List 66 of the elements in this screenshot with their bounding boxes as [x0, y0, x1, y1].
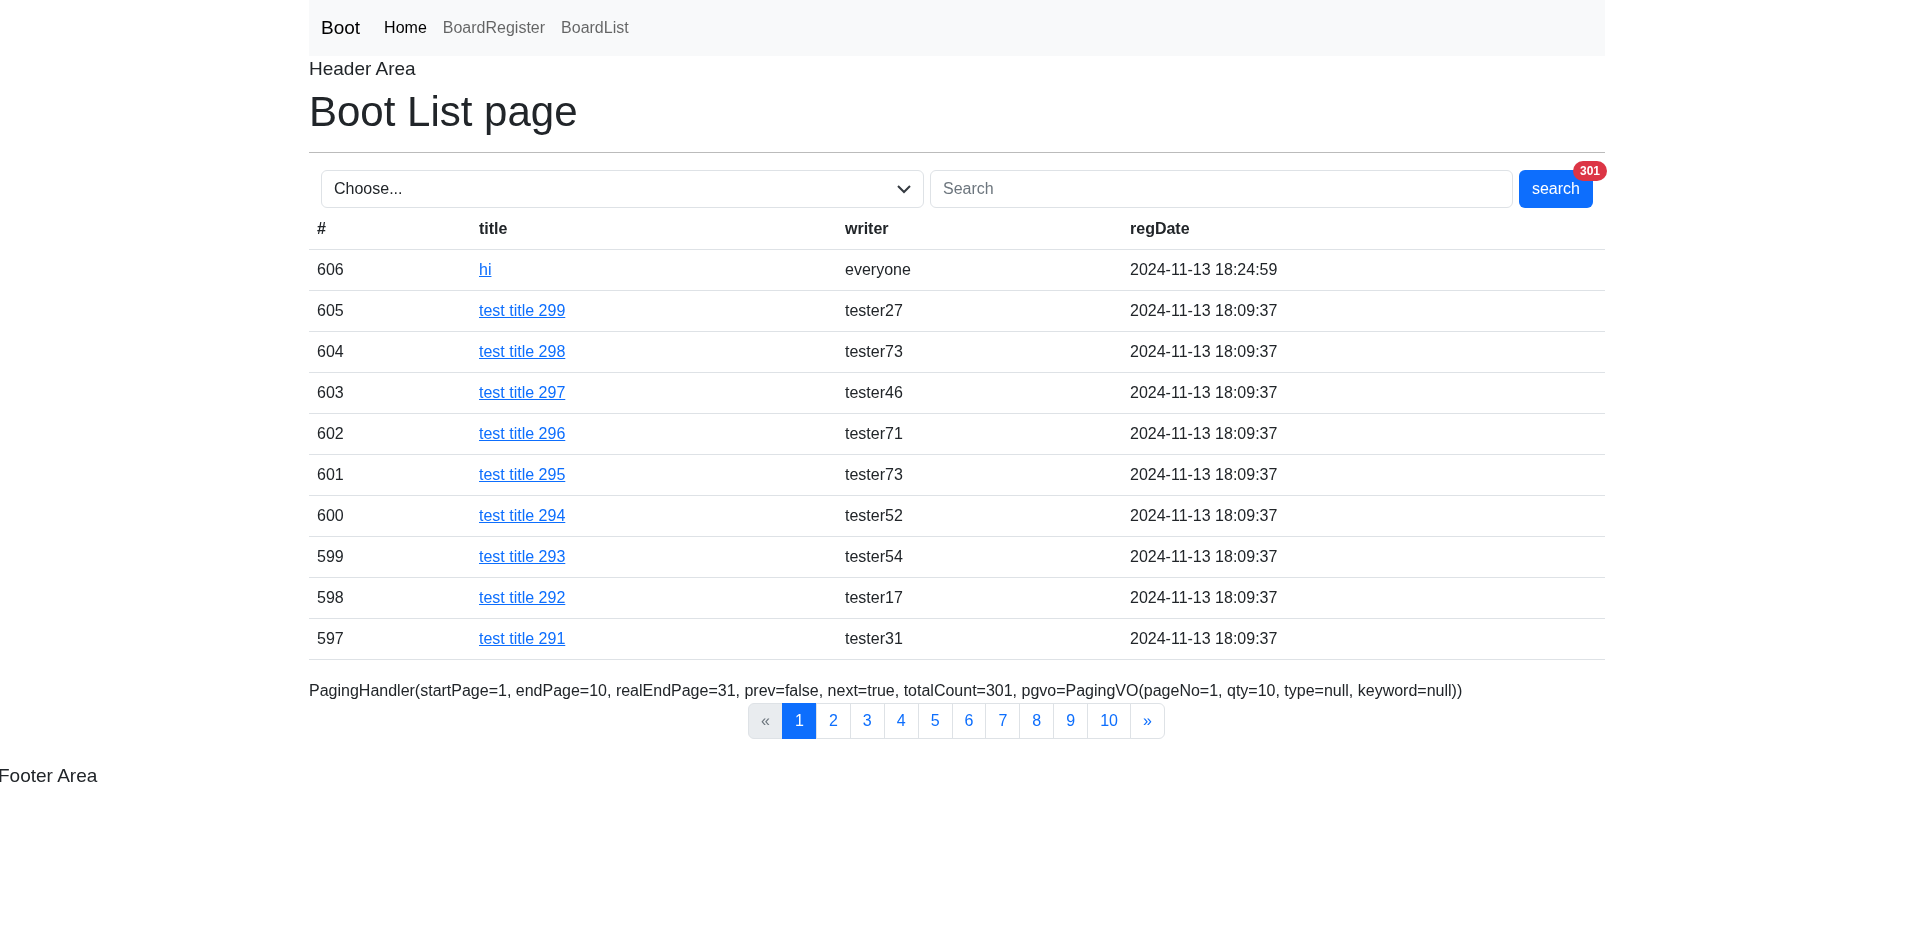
nav-link[interactable]: BoardRegister: [442, 19, 546, 37]
paging-info-text: PagingHandler(startPage=1, endPage=10, realEndPage=31, prev=false, next=true, totalCount=301, pgvo=PagingVO(pageNo=1, qty=10, type=null, keyword=null)): [309, 682, 1463, 700]
table-cell: 2024-11-13 18:09:37: [1122, 618, 1605, 660]
page-link[interactable]: 8: [1019, 703, 1055, 739]
table-cell: 2024-11-13 18:09:37: [1122, 577, 1605, 619]
column-header: writer: [837, 210, 1122, 250]
table-cell: 2024-11-13 18:09:37: [1122, 454, 1605, 496]
page-link[interactable]: 3: [849, 703, 885, 739]
table-cell: 597: [309, 618, 471, 660]
column-header: regDate: [1122, 210, 1605, 250]
title-link[interactable]: test title 299: [479, 302, 566, 319]
page-link[interactable]: 10: [1087, 703, 1131, 739]
title-link[interactable]: test title 293: [479, 548, 566, 565]
table-cell: 605: [309, 290, 471, 332]
table-cell: 2024-11-13 18:09:37: [1122, 372, 1605, 414]
title-link[interactable]: test title 297: [479, 384, 566, 401]
table-cell: tester71: [837, 413, 1122, 455]
page-link[interactable]: »: [1129, 703, 1165, 739]
page-link[interactable]: 2: [815, 703, 851, 739]
page-link[interactable]: 9: [1053, 703, 1089, 739]
table-cell: 598: [309, 577, 471, 619]
table-cell: 599: [309, 536, 471, 578]
column-header: #: [309, 210, 471, 250]
page-link[interactable]: 5: [917, 703, 953, 739]
table-cell: 600: [309, 495, 471, 537]
column-header: title: [471, 210, 837, 250]
table-cell: 2024-11-13 18:09:37: [1122, 290, 1605, 332]
table-cell: tester52: [837, 495, 1122, 537]
title-link[interactable]: test title 296: [479, 425, 566, 442]
table-cell: 2024-11-13 18:09:37: [1122, 413, 1605, 455]
table-cell: 2024-11-13 18:09:37: [1122, 495, 1605, 537]
page-title: Boot List page: [309, 88, 578, 136]
page-link[interactable]: 4: [883, 703, 919, 739]
table-cell: 2024-11-13 18:09:37: [1122, 331, 1605, 373]
nav-link[interactable]: Home: [384, 19, 427, 37]
table-cell: tester31: [837, 618, 1122, 660]
table-cell: 603: [309, 372, 471, 414]
table-cell: everyone: [837, 249, 1122, 291]
table-cell: tester17: [837, 577, 1122, 619]
title-link[interactable]: test title 292: [479, 589, 566, 606]
title-link[interactable]: test title 294: [479, 507, 566, 524]
title-link[interactable]: test title 298: [479, 343, 566, 360]
brand-link[interactable]: Boot: [321, 17, 361, 39]
title-link[interactable]: test title 295: [479, 466, 566, 483]
search-field[interactable]: Search: [930, 170, 1513, 208]
table-cell: 606: [309, 249, 471, 291]
table-cell: 2024-11-13 18:09:37: [1122, 536, 1605, 578]
table-cell: 602: [309, 413, 471, 455]
page-link[interactable]: 7: [985, 703, 1021, 739]
page-link[interactable]: 1: [782, 703, 817, 739]
header-text: Header Area: [309, 58, 416, 80]
table-cell: tester27: [837, 290, 1122, 332]
table-cell: 601: [309, 454, 471, 496]
footer-text: Footer Area: [0, 765, 98, 787]
nav-link[interactable]: BoardList: [561, 19, 629, 37]
select-dropdown[interactable]: Choose...: [321, 170, 924, 208]
table-cell: tester46: [837, 372, 1122, 414]
table-cell: tester73: [837, 331, 1122, 373]
chevron-down-icon: [897, 184, 911, 194]
table-cell: 2024-11-13 18:24:59: [1122, 249, 1605, 291]
table-cell: tester54: [837, 536, 1122, 578]
table-cell: 604: [309, 331, 471, 373]
count-badge: 301: [1572, 161, 1607, 181]
title-link[interactable]: hi: [479, 261, 492, 278]
title-link[interactable]: test title 291: [479, 630, 566, 647]
table-cell: tester73: [837, 454, 1122, 496]
